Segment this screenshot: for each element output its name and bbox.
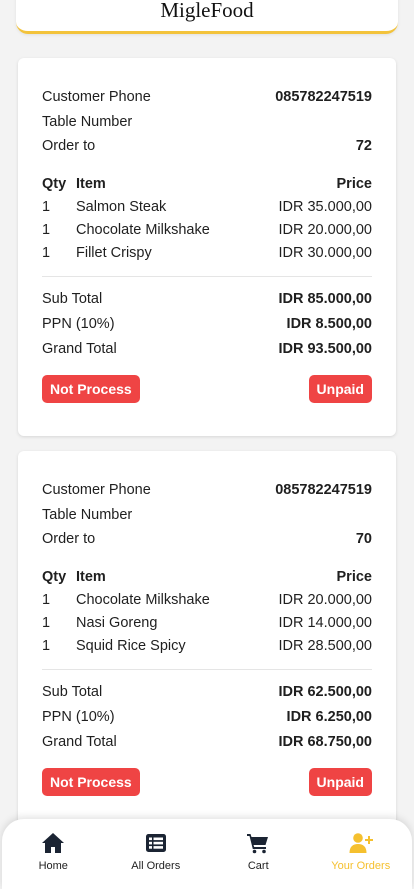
table-row: 1 Salmon Steak IDR 35.000,00 [42, 196, 372, 219]
nav-label: Cart [247, 860, 269, 872]
sub-total-label: Sub Total [42, 684, 103, 700]
order-card: Customer Phone 085782247519 Table Number… [18, 451, 396, 829]
ppn-row: PPN (10%) IDR 8.500,00 [42, 312, 372, 337]
home-icon [42, 833, 65, 853]
grand-total-label: Grand Total [42, 734, 117, 750]
nav-item-cart[interactable]: Cart [208, 832, 308, 872]
item-price: IDR 14.000,00 [278, 615, 372, 631]
order-info: Customer Phone 085782247519 Table Number… [42, 58, 372, 159]
sub-total-value: IDR 85.000,00 [278, 291, 372, 307]
nav-item-home[interactable]: Home [3, 832, 103, 872]
item-qty: 1 [42, 638, 51, 654]
app-header: MigleFood [16, 0, 398, 34]
status-badges: Not Process Unpaid [42, 374, 372, 403]
grand-total-row: Grand Total IDR 93.500,00 [42, 337, 372, 362]
sub-total-row: Sub Total IDR 62.500,00 [42, 680, 372, 705]
cart-icon [247, 834, 269, 854]
price-header: Price [336, 569, 372, 585]
table-number-row: Table Number [42, 110, 372, 135]
customer-phone-value: 085782247519 [275, 89, 372, 106]
process-status-badge[interactable]: Not Process [42, 374, 140, 403]
customer-phone-value: 085782247519 [275, 482, 372, 499]
divider [42, 275, 372, 277]
divider [42, 668, 372, 670]
grand-total-label: Grand Total [42, 341, 117, 357]
order-items-table: Qty Item Price 1 Salmon Steak IDR 35.000… [42, 173, 372, 265]
status-badges: Not Process Unpaid [42, 767, 372, 796]
item-header: Item [76, 176, 106, 192]
list-icon [145, 834, 166, 852]
item-name: Squid Rice Spicy [76, 638, 186, 654]
customer-phone-label: Customer Phone [42, 482, 151, 499]
sub-total-value: IDR 62.500,00 [278, 684, 372, 700]
items-header-row: Qty Item Price [42, 173, 372, 196]
item-name: Salmon Steak [76, 199, 167, 215]
order-totals: Sub Total IDR 62.500,00 PPN (10%) IDR 6.… [42, 680, 372, 755]
item-name: Chocolate Milkshake [76, 592, 210, 608]
ppn-row: PPN (10%) IDR 6.250,00 [42, 705, 372, 730]
grand-total-row: Grand Total IDR 68.750,00 [42, 730, 372, 755]
order-to-value: 72 [355, 138, 372, 155]
ppn-value: IDR 8.500,00 [286, 316, 372, 332]
brand-logo-text: MigleFood [160, 0, 254, 22]
customer-phone-label: Customer Phone [42, 89, 151, 106]
item-price: IDR 28.500,00 [278, 638, 372, 654]
order-totals: Sub Total IDR 85.000,00 PPN (10%) IDR 8.… [42, 287, 372, 362]
order-card: Customer Phone 085782247519 Table Number… [18, 58, 396, 436]
order-items-table: Qty Item Price 1 Chocolate Milkshake IDR… [42, 566, 372, 658]
nav-item-all-orders[interactable]: All Orders [106, 832, 206, 872]
table-row: 1 Chocolate Milkshake IDR 20.000,00 [42, 589, 372, 612]
user-plus-icon [349, 833, 373, 853]
order-to-label: Order to [42, 531, 96, 548]
qty-header: Qty [42, 176, 67, 192]
order-to-row: Order to 72 [42, 134, 372, 159]
sub-total-label: Sub Total [42, 291, 103, 307]
table-number-row: Table Number [42, 503, 372, 528]
price-header: Price [336, 176, 372, 192]
order-info: Customer Phone 085782247519 Table Number… [42, 451, 372, 552]
table-row: 1 Fillet Crispy IDR 30.000,00 [42, 242, 372, 265]
table-row: 1 Chocolate Milkshake IDR 20.000,00 [42, 219, 372, 242]
grand-total-value: IDR 93.500,00 [278, 341, 372, 357]
process-status-badge[interactable]: Not Process [42, 767, 140, 796]
item-name: Chocolate Milkshake [76, 222, 210, 238]
item-qty: 1 [42, 199, 51, 215]
nav-label: Home [38, 860, 68, 872]
order-to-label: Order to [42, 138, 96, 155]
table-row: 1 Squid Rice Spicy IDR 28.500,00 [42, 635, 372, 658]
nav-label: Your Orders [331, 860, 391, 872]
item-price: IDR 35.000,00 [278, 199, 372, 215]
item-qty: 1 [42, 245, 51, 261]
ppn-value: IDR 6.250,00 [286, 709, 372, 725]
payment-status-badge[interactable]: Unpaid [308, 767, 372, 796]
ppn-label: PPN (10%) [42, 709, 115, 725]
item-qty: 1 [42, 592, 51, 608]
item-qty: 1 [42, 222, 51, 238]
customer-phone-row: Customer Phone 085782247519 [42, 85, 372, 110]
items-header-row: Qty Item Price [42, 566, 372, 589]
customer-phone-row: Customer Phone 085782247519 [42, 478, 372, 503]
grand-total-value: IDR 68.750,00 [278, 734, 372, 750]
table-row: 1 Nasi Goreng IDR 14.000,00 [42, 612, 372, 635]
qty-header: Qty [42, 569, 67, 585]
table-number-label: Table Number [42, 506, 133, 523]
app-screen: MigleFood Customer Phone 085782247519 Ta… [0, 0, 414, 889]
order-to-row: Order to 70 [42, 527, 372, 552]
payment-status-badge[interactable]: Unpaid [308, 374, 372, 403]
item-qty: 1 [42, 615, 51, 631]
item-name: Nasi Goreng [76, 615, 158, 631]
item-price: IDR 20.000,00 [278, 592, 372, 608]
table-number-label: Table Number [42, 113, 133, 130]
item-name: Fillet Crispy [76, 245, 152, 261]
item-price: IDR 20.000,00 [278, 222, 372, 238]
ppn-label: PPN (10%) [42, 316, 115, 332]
sub-total-row: Sub Total IDR 85.000,00 [42, 287, 372, 312]
nav-label: All Orders [131, 860, 181, 872]
order-to-value: 70 [355, 531, 372, 548]
item-price: IDR 30.000,00 [278, 245, 372, 261]
nav-item-your-orders[interactable]: Your Orders [311, 832, 411, 872]
item-header: Item [76, 569, 106, 585]
bottom-nav: Home All Orders Cart Your Orders [2, 819, 412, 889]
